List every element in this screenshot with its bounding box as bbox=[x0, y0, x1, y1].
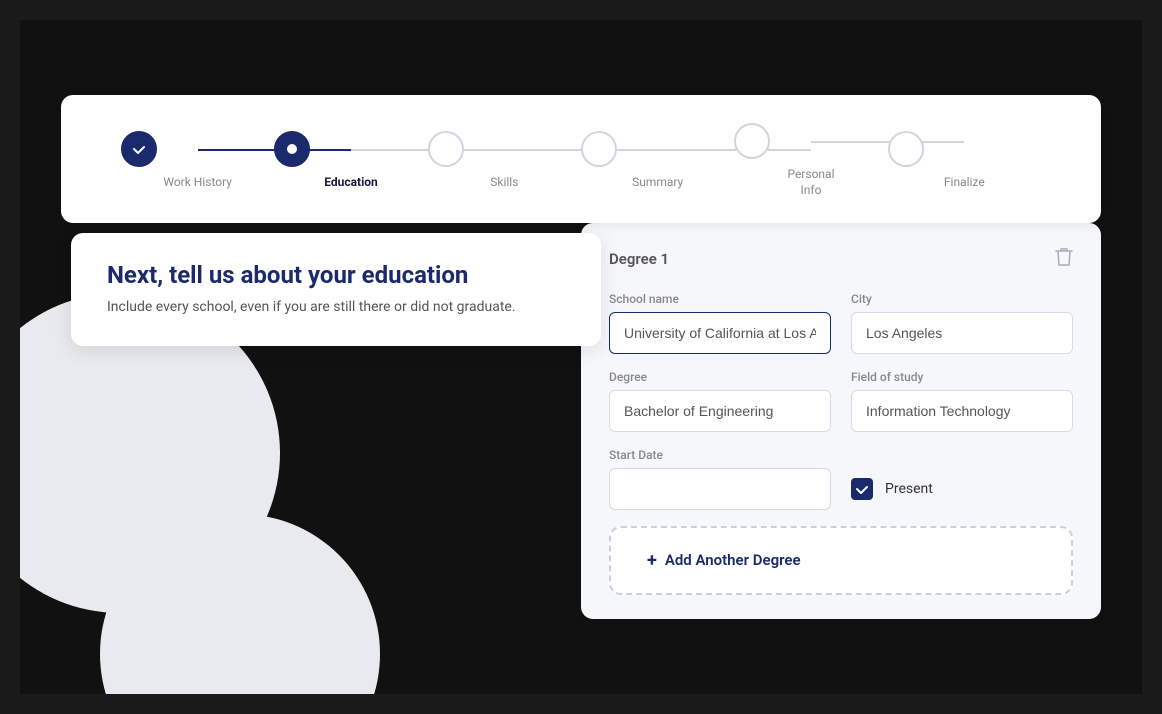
present-checkbox[interactable] bbox=[851, 478, 873, 500]
school-name-input[interactable] bbox=[609, 312, 831, 354]
step-finalize[interactable]: Finalize bbox=[888, 131, 1041, 191]
field-of-study-label: Field of study bbox=[851, 370, 1073, 384]
step-circle-education bbox=[274, 131, 310, 167]
step-label-personal-info: PersonalInfo bbox=[787, 167, 834, 198]
step-label-work-history: Work History bbox=[163, 175, 232, 191]
form-row-date-present: Start Date Present bbox=[609, 448, 1073, 510]
start-date-label: Start Date bbox=[609, 448, 831, 462]
field-of-study-field: Field of study bbox=[851, 370, 1073, 432]
step-skills[interactable]: Skills bbox=[428, 131, 581, 191]
field-of-study-input[interactable] bbox=[851, 390, 1073, 432]
stepper: Work History Education bbox=[121, 123, 1041, 198]
degree-title: Degree 1 bbox=[609, 250, 669, 268]
present-label: Present bbox=[885, 481, 933, 497]
school-name-field: School name bbox=[609, 292, 831, 354]
step-label-education: Education bbox=[324, 175, 378, 191]
step-summary[interactable]: Summary bbox=[581, 131, 734, 191]
city-label: City bbox=[851, 292, 1073, 306]
step-label-finalize: Finalize bbox=[944, 175, 985, 191]
school-name-label: School name bbox=[609, 292, 831, 306]
step-circle-personal-info bbox=[734, 123, 770, 159]
step-label-skills: Skills bbox=[490, 175, 518, 191]
info-card-subtitle: Include every school, even if you are st… bbox=[107, 297, 565, 318]
step-circle-work-history bbox=[121, 131, 157, 167]
degree-input[interactable] bbox=[609, 390, 831, 432]
step-label-summary: Summary bbox=[632, 175, 683, 191]
delete-degree-button[interactable] bbox=[1055, 247, 1073, 272]
progress-card: Work History Education bbox=[61, 95, 1101, 222]
city-field: City bbox=[851, 292, 1073, 354]
step-personal-info[interactable]: PersonalInfo bbox=[734, 123, 887, 198]
start-date-field: Start Date bbox=[609, 448, 831, 510]
degree-header: Degree 1 bbox=[609, 247, 1073, 272]
step-education[interactable]: Education bbox=[274, 131, 427, 191]
info-card: Next, tell us about your education Inclu… bbox=[71, 233, 601, 346]
form-section: Degree 1 School name City bbox=[581, 223, 1101, 619]
add-icon: + bbox=[647, 550, 657, 571]
step-circle-summary bbox=[581, 131, 617, 167]
info-card-title: Next, tell us about your education bbox=[107, 261, 565, 289]
present-checkbox-field: Present bbox=[851, 458, 1073, 500]
step-circle-skills bbox=[428, 131, 464, 167]
degree-label: Degree bbox=[609, 370, 831, 384]
step-work-history[interactable]: Work History bbox=[121, 131, 274, 191]
city-input[interactable] bbox=[851, 312, 1073, 354]
start-date-input[interactable] bbox=[609, 468, 831, 510]
step-circle-finalize bbox=[888, 131, 924, 167]
add-degree-label: Add Another Degree bbox=[665, 551, 801, 569]
degree-field: Degree bbox=[609, 370, 831, 432]
add-degree-button[interactable]: + Add Another Degree bbox=[609, 526, 1073, 595]
form-row-school-city: School name City bbox=[609, 292, 1073, 354]
form-row-degree-field: Degree Field of study bbox=[609, 370, 1073, 432]
